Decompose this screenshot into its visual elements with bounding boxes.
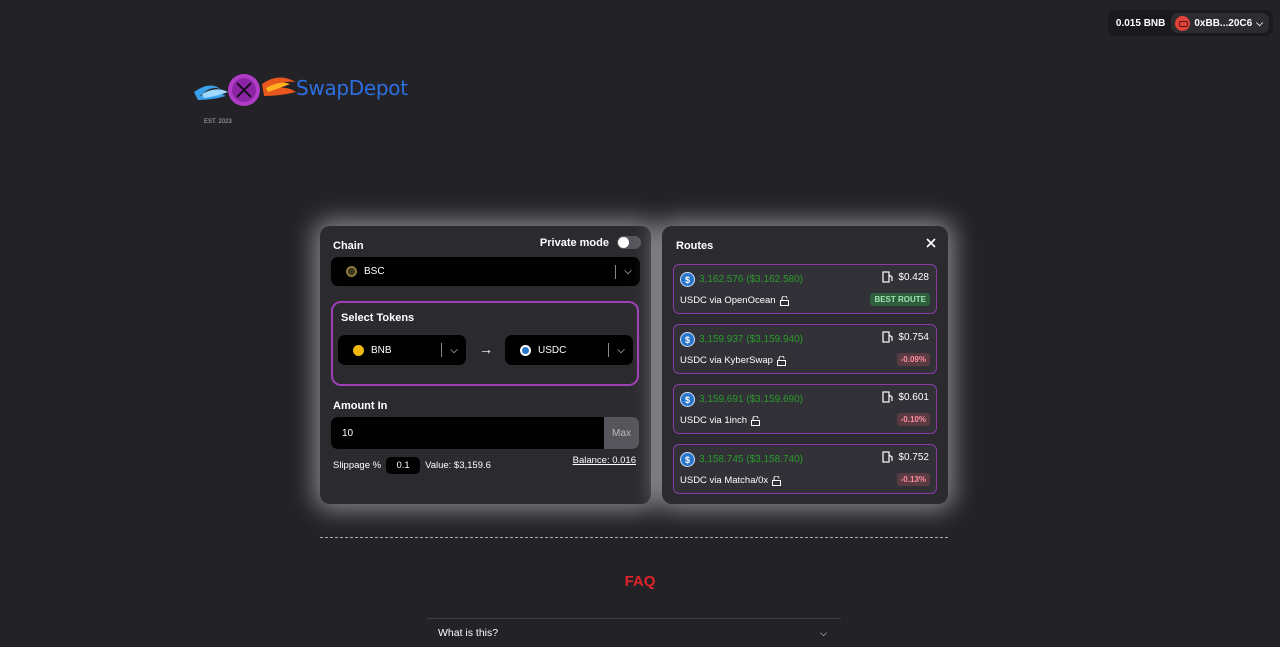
bsc-icon bbox=[346, 266, 357, 277]
unlock-icon bbox=[779, 295, 789, 306]
route-via-label: USDC via KyberSwap bbox=[680, 355, 773, 366]
route-via-label: USDC via OpenOcean bbox=[680, 295, 776, 306]
route-via-label: USDC via Matcha/0x bbox=[680, 475, 769, 486]
route-gas-value: $0.752 bbox=[898, 451, 929, 463]
chevron-down-icon: ⌵ bbox=[1256, 17, 1263, 28]
logo-text: SwapDepot bbox=[296, 76, 408, 100]
amount-in-label: Amount In bbox=[333, 400, 388, 412]
account-button[interactable]: 0xBB...20C6 ⌵ bbox=[1171, 13, 1269, 33]
route-via: USDC via KyberSwap bbox=[680, 355, 786, 366]
faq-question: What is this? bbox=[438, 627, 499, 639]
token-to-value: USDC bbox=[538, 344, 567, 356]
balance-link[interactable]: Balance: 0.016 bbox=[573, 455, 636, 466]
route-via: USDC via 1inch bbox=[680, 415, 761, 426]
routes-title: Routes bbox=[676, 240, 714, 252]
chevron-down-icon: ⌵ bbox=[450, 344, 458, 356]
unlock-icon bbox=[772, 475, 782, 486]
amount-input[interactable] bbox=[331, 417, 604, 449]
max-button[interactable]: Max bbox=[604, 417, 639, 449]
gas-pump-icon bbox=[882, 331, 894, 343]
wallet-address: 0xBB...20C6 bbox=[1194, 17, 1253, 29]
token-from-value: BNB bbox=[371, 344, 392, 356]
route-card[interactable]: $ 3,159.691 ($3,159.690) $0.601 USDC via… bbox=[673, 384, 937, 434]
private-mode-toggle[interactable] bbox=[617, 236, 641, 249]
chain-select[interactable]: BSC ⌵ bbox=[331, 257, 640, 286]
logo[interactable]: SwapDepot EST. 2023 bbox=[190, 64, 410, 128]
route-gas-value: $0.428 bbox=[898, 271, 929, 283]
route-amount: 3,162.576 ($3,162.580) bbox=[699, 274, 803, 285]
private-mode: Private mode bbox=[540, 236, 641, 249]
wallet-balance: 0.015 BNB bbox=[1115, 17, 1166, 29]
route-badge: -0.09% bbox=[896, 353, 930, 366]
chevron-down-icon: ⌵ bbox=[624, 266, 632, 277]
logo-est: EST. 2023 bbox=[204, 119, 232, 125]
avatar bbox=[1175, 15, 1191, 31]
bnb-icon bbox=[353, 344, 364, 356]
slippage-input[interactable]: 0.1 bbox=[386, 457, 421, 474]
faq-item[interactable]: What is this? ⌵ bbox=[427, 618, 841, 647]
route-via-label: USDC via 1inch bbox=[680, 415, 748, 426]
usdc-icon: $ bbox=[680, 392, 695, 407]
select-tokens-box: Select Tokens BNB ⌵ → USDC ⌵ bbox=[331, 301, 639, 386]
gas-pump-icon bbox=[882, 391, 894, 403]
route-amount: 3,159.937 ($3,159.940) bbox=[699, 334, 803, 345]
routes-panel: Routes $ 3,162.576 ($3,162.580) $0.428 U… bbox=[662, 226, 948, 504]
route-amount: 3,159.691 ($3,159.690) bbox=[699, 394, 803, 405]
chevron-down-icon: ⌵ bbox=[820, 627, 827, 638]
gas-pump-icon bbox=[882, 451, 894, 463]
section-divider bbox=[320, 537, 948, 538]
private-mode-label: Private mode bbox=[539, 236, 609, 249]
unlock-icon bbox=[776, 355, 786, 366]
wallet-bar: 0.015 BNB 0xBB...20C6 ⌵ bbox=[1107, 10, 1273, 36]
route-card[interactable]: $ 3,158.745 ($3,158.740) $0.752 USDC via… bbox=[673, 444, 937, 494]
slippage-label: Slippage % bbox=[333, 460, 382, 471]
usdc-icon: $ bbox=[680, 332, 695, 347]
close-icon[interactable] bbox=[924, 236, 938, 250]
faq-title: FAQ bbox=[624, 573, 656, 590]
arrow-right-icon[interactable]: → bbox=[479, 341, 493, 357]
route-card[interactable]: $ 3,162.576 ($3,162.580) $0.428 USDC via… bbox=[673, 264, 937, 314]
gas-pump-icon bbox=[882, 271, 894, 283]
route-gas-value: $0.754 bbox=[898, 331, 929, 343]
route-card[interactable]: $ 3,159.937 ($3,159.940) $0.754 USDC via… bbox=[673, 324, 937, 374]
route-gas: $0.752 bbox=[882, 451, 929, 463]
usdc-icon: $ bbox=[680, 272, 695, 287]
route-via: USDC via Matcha/0x bbox=[680, 475, 782, 486]
route-gas: $0.754 bbox=[882, 331, 929, 343]
slippage-row: Slippage % 0.1 Value: $3,159.6 bbox=[333, 457, 491, 474]
route-badge: -0.10% bbox=[896, 413, 930, 426]
route-gas-value: $0.601 bbox=[898, 391, 929, 403]
chevron-down-icon: ⌵ bbox=[617, 344, 625, 356]
token-from-select[interactable]: BNB ⌵ bbox=[338, 335, 466, 365]
route-via: USDC via OpenOcean bbox=[680, 295, 789, 306]
token-to-select[interactable]: USDC ⌵ bbox=[505, 335, 633, 365]
route-badge: BEST ROUTE bbox=[870, 293, 930, 306]
route-badge: -0.13% bbox=[896, 473, 930, 486]
unlock-icon bbox=[751, 415, 761, 426]
flame-logo-icon bbox=[194, 74, 296, 106]
route-gas: $0.428 bbox=[882, 271, 929, 283]
select-tokens-label: Select Tokens bbox=[341, 312, 415, 324]
usdc-icon bbox=[520, 344, 531, 356]
usdc-icon: $ bbox=[680, 452, 695, 467]
swap-panel: Chain Private mode BSC ⌵ Select Tokens B… bbox=[320, 226, 651, 504]
value-text: Value: $3,159.6 bbox=[425, 460, 491, 471]
chain-value: BSC bbox=[364, 266, 385, 277]
route-amount: 3,158.745 ($3,158.740) bbox=[699, 454, 803, 465]
route-gas: $0.601 bbox=[882, 391, 929, 403]
chain-label: Chain bbox=[333, 240, 364, 252]
